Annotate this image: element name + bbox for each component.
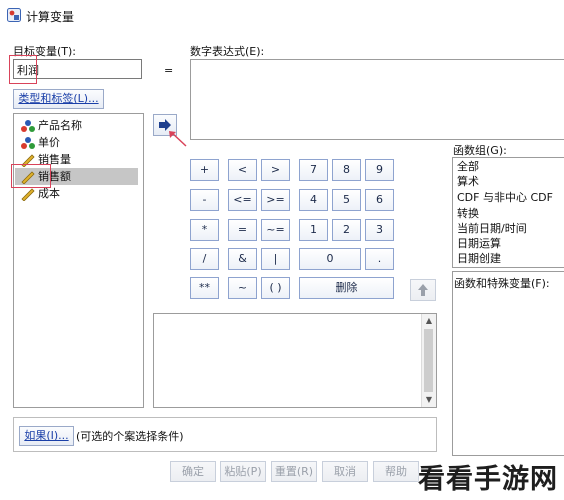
- key-divide[interactable]: /: [190, 248, 219, 270]
- key-5[interactable]: 5: [332, 189, 361, 211]
- key-4[interactable]: 4: [299, 189, 328, 211]
- reset-button[interactable]: 重置(R): [271, 461, 317, 482]
- nominal-icon: [21, 120, 35, 132]
- variable-item[interactable]: 产品名称: [18, 117, 82, 134]
- key-not-equal[interactable]: ~=: [261, 219, 290, 241]
- key-less-than[interactable]: <: [228, 159, 257, 181]
- key-6[interactable]: 6: [365, 189, 394, 211]
- functions-special-variables-label: 函数和特殊变量(F):: [454, 277, 550, 290]
- key-and[interactable]: &: [228, 248, 257, 270]
- function-group-item[interactable]: 全部: [457, 159, 479, 174]
- if-button[interactable]: 如果(I)...: [19, 426, 74, 446]
- functions-special-variables-list[interactable]: 函数和特殊变量(F):: [452, 271, 564, 456]
- function-group-item[interactable]: 转换: [457, 206, 479, 221]
- key-plus[interactable]: +: [190, 159, 219, 181]
- scroll-thumb[interactable]: [424, 329, 433, 392]
- variable-name: 成本: [38, 187, 60, 200]
- pointer-arrow-icon: [169, 131, 187, 147]
- scale-icon: [21, 188, 35, 201]
- if-condition-panel: 如果(I)... (可选的个案选择条件): [13, 417, 437, 452]
- scroll-up-icon[interactable]: ▲: [422, 314, 436, 328]
- scroll-down-icon[interactable]: ▼: [422, 393, 436, 407]
- type-and-label-button[interactable]: 类型和标签(L)...: [13, 89, 104, 109]
- variable-list[interactable]: 产品名称 单价 销售量 销售额 成本: [13, 113, 144, 408]
- title-bar: 计算变量: [0, 0, 564, 30]
- key-2[interactable]: 2: [332, 219, 361, 241]
- key-multiply[interactable]: *: [190, 219, 219, 241]
- up-arrow-icon: [418, 284, 428, 296]
- target-highlight-box: [9, 55, 37, 84]
- key-0[interactable]: 0: [299, 248, 361, 270]
- expression-label: 数字表达式(E):: [190, 45, 265, 58]
- if-hint-text: (可选的个案选择条件): [76, 430, 184, 443]
- key-not[interactable]: ~: [228, 277, 257, 299]
- selected-variable-highlight: [11, 164, 51, 188]
- function-group-item[interactable]: CDF 与非中心 CDF: [457, 190, 553, 205]
- function-group-item[interactable]: 当前日期/时间: [457, 221, 527, 236]
- key-greater-than[interactable]: >: [261, 159, 290, 181]
- key-9[interactable]: 9: [365, 159, 394, 181]
- key-or[interactable]: |: [261, 248, 290, 270]
- description-scrollbar[interactable]: ▲ ▼: [421, 314, 436, 407]
- function-group-item[interactable]: 日期创建: [457, 251, 501, 266]
- calculator-keypad: + < > 7 8 9 - <= >= 4 5 6 * = ~= 1 2 3 /…: [190, 159, 400, 301]
- key-7[interactable]: 7: [299, 159, 328, 181]
- equals-sign: =: [164, 64, 174, 77]
- function-group-list[interactable]: 全部 算术 CDF 与非中心 CDF 转换 当前日期/时间 日期运算 日期创建: [452, 157, 564, 268]
- key-3[interactable]: 3: [365, 219, 394, 241]
- nominal-icon: [21, 137, 35, 149]
- key-8[interactable]: 8: [332, 159, 361, 181]
- key-parentheses[interactable]: ( ): [261, 277, 290, 299]
- type-and-label-button-label: 类型和标签(L)...: [18, 92, 99, 105]
- key-1[interactable]: 1: [299, 219, 328, 241]
- cancel-button[interactable]: 取消: [322, 461, 368, 482]
- key-equal[interactable]: =: [228, 219, 257, 241]
- function-group-label: 函数组(G):: [453, 144, 507, 157]
- variable-name: 产品名称: [38, 119, 82, 132]
- expression-textarea[interactable]: [190, 59, 564, 140]
- function-description-area: ▲ ▼: [153, 313, 437, 408]
- key-less-equal[interactable]: <=: [228, 189, 257, 211]
- variable-item[interactable]: 单价: [18, 134, 60, 151]
- paste-button[interactable]: 粘贴(P): [220, 461, 266, 482]
- key-decimal[interactable]: .: [365, 248, 394, 270]
- function-group-item[interactable]: 日期运算: [457, 236, 501, 251]
- key-greater-equal[interactable]: >=: [261, 189, 290, 211]
- key-minus[interactable]: -: [190, 189, 219, 211]
- move-function-up-button[interactable]: [410, 279, 436, 301]
- if-button-label: 如果(I)...: [24, 429, 69, 442]
- window-title: 计算变量: [26, 10, 75, 24]
- ok-button[interactable]: 确定: [170, 461, 216, 482]
- help-button[interactable]: 帮助: [373, 461, 419, 482]
- site-watermark: 看看手游网: [418, 464, 558, 495]
- function-group-item[interactable]: 算术: [457, 174, 479, 189]
- key-power[interactable]: **: [190, 277, 219, 299]
- delete-button[interactable]: 删除: [299, 277, 394, 299]
- variable-name: 单价: [38, 136, 60, 149]
- spss-app-icon: [7, 8, 21, 22]
